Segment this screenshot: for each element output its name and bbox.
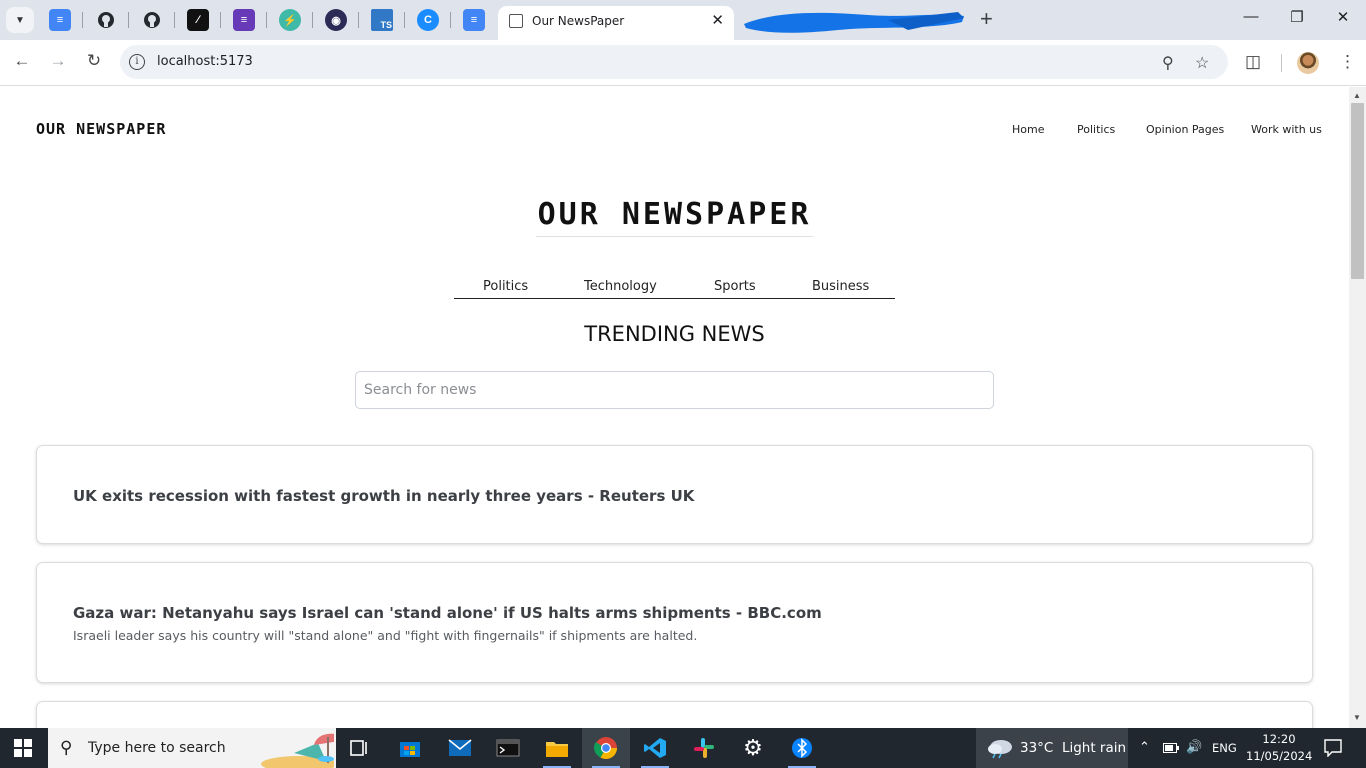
copilot-icon[interactable]: C	[417, 9, 439, 31]
browser-tabstrip: ▼ ≡ ∕ ≡ ⚡ ◉ TS C ≡ Our NewsPaper ✕ + — ❐…	[0, 0, 1366, 40]
category-business[interactable]: Business	[812, 279, 869, 294]
active-tab[interactable]: Our NewsPaper ✕	[498, 6, 734, 40]
google-docs-icon[interactable]: ≡	[463, 9, 485, 31]
news-headline[interactable]: UK exits recession with fastest growth i…	[73, 487, 694, 505]
site-info-icon[interactable]: i	[129, 54, 145, 70]
chevron-up-icon[interactable]: ⌃	[1139, 740, 1150, 755]
category-politics[interactable]: Politics	[483, 279, 528, 294]
forms-icon[interactable]: ≡	[233, 9, 255, 31]
windows-start-icon[interactable]	[14, 739, 32, 757]
redacted-tab-scribble	[744, 12, 964, 33]
forward-arrow-icon[interactable]: →	[46, 51, 70, 71]
masthead-title: OUR NEWSPAPER	[535, 197, 814, 237]
newspaper-favicon-icon	[509, 14, 523, 28]
notification-icon[interactable]	[1324, 739, 1342, 757]
taskbar-search-box[interactable]: ⚲ Type here to search	[48, 728, 336, 768]
address-bar[interactable]: i localhost:5173 ⚲ ☆	[120, 45, 1228, 79]
tab-search-button[interactable]: ▼	[6, 7, 34, 33]
close-window-icon[interactable]: ✕	[1320, 8, 1366, 26]
vscode-icon[interactable]	[631, 728, 679, 768]
profile-avatar[interactable]	[1297, 52, 1319, 74]
new-tab-button[interactable]: +	[980, 6, 993, 32]
kebab-menu-icon[interactable]: ⋮	[1339, 52, 1356, 72]
file-explorer-icon[interactable]	[533, 728, 581, 768]
category-technology[interactable]: Technology	[584, 279, 657, 294]
tab-separator	[82, 12, 83, 28]
language-indicator[interactable]: ENG	[1212, 741, 1237, 755]
slack-icon[interactable]	[680, 728, 728, 768]
back-arrow-icon[interactable]: ←	[10, 51, 34, 71]
microsoft-store-icon[interactable]	[386, 728, 434, 768]
nav-work-with-us[interactable]: Work with us	[1251, 123, 1322, 136]
category-bar: Politics Technology Sports Business	[454, 278, 895, 299]
site-logo[interactable]: OUR NEWSPAPER	[36, 120, 166, 138]
system-clock[interactable]: 12:20 11/05/2024	[1246, 731, 1312, 765]
clock-date: 11/05/2024	[1246, 749, 1313, 763]
nav-politics[interactable]: Politics	[1077, 123, 1115, 136]
volume-icon[interactable]: 🔊	[1186, 740, 1202, 755]
github-icon[interactable]	[95, 9, 117, 31]
scrollbar-thumb[interactable]	[1351, 103, 1364, 279]
close-tab-icon[interactable]: ✕	[711, 11, 724, 29]
task-view-icon[interactable]	[336, 728, 384, 768]
bolt-icon[interactable]: ⚡	[279, 9, 301, 31]
mail-icon[interactable]	[436, 728, 484, 768]
tab-separator	[404, 12, 405, 28]
search-icon: ⚲	[60, 738, 73, 757]
battery-icon[interactable]	[1163, 743, 1179, 753]
settings-gear-icon[interactable]: ⚙	[729, 728, 777, 768]
cloud-rain-icon	[988, 740, 1012, 759]
masthead: OUR NEWSPAPER	[0, 197, 1349, 237]
tab-separator	[358, 12, 359, 28]
github-icon[interactable]	[141, 9, 163, 31]
weather-text: 33°C Light rain	[1020, 740, 1126, 756]
news-card[interactable]: UK exits recession with fastest growth i…	[36, 445, 1313, 544]
obs-icon[interactable]: ◉	[325, 9, 347, 31]
extensions-puzzle-icon[interactable]: ◫	[1245, 52, 1261, 72]
tab-separator	[174, 12, 175, 28]
weather-temp: 33°C	[1020, 740, 1054, 756]
chevron-down-icon: ▼	[15, 14, 25, 26]
toolbar-divider	[1281, 54, 1282, 72]
news-search-input[interactable]	[355, 371, 994, 409]
news-headline[interactable]: Gaza war: Netanyahu says Israel can 'sta…	[73, 604, 822, 622]
bluetooth-icon[interactable]	[778, 728, 826, 768]
category-sports[interactable]: Sports	[714, 279, 756, 294]
zoom-icon[interactable]: ⚲	[1162, 53, 1174, 73]
typescript-icon[interactable]: TS	[371, 9, 393, 31]
news-card[interactable]	[36, 701, 1313, 728]
minimize-icon[interactable]: —	[1228, 8, 1274, 25]
terminal-icon[interactable]	[484, 728, 532, 768]
page-scrollbar[interactable]: ▲ ▼	[1349, 87, 1366, 728]
bookmark-star-icon[interactable]: ☆	[1195, 53, 1209, 73]
restore-icon[interactable]: ❐	[1274, 8, 1320, 26]
weather-condition: Light rain	[1061, 740, 1127, 756]
nav-opinion-pages[interactable]: Opinion Pages	[1146, 123, 1224, 136]
tab-separator	[312, 12, 313, 28]
weather-widget[interactable]: 33°C Light rain	[976, 728, 1128, 768]
notion-icon[interactable]: ∕	[187, 9, 209, 31]
search-highlight-illustration	[261, 733, 334, 768]
tab-separator	[128, 12, 129, 28]
google-docs-icon[interactable]: ≡	[49, 9, 71, 31]
section-title: TRENDING NEWS	[584, 322, 765, 346]
taskbar-search-placeholder: Type here to search	[88, 740, 226, 756]
scroll-up-icon[interactable]: ▲	[1353, 91, 1361, 100]
tab-title: Our NewsPaper	[532, 14, 625, 28]
reload-icon[interactable]: ↻	[82, 51, 106, 71]
news-card[interactable]: Gaza war: Netanyahu says Israel can 'sta…	[36, 562, 1313, 683]
tab-separator	[266, 12, 267, 28]
chrome-icon[interactable]	[582, 728, 630, 768]
news-description: Israeli leader says his country will "st…	[73, 628, 698, 643]
tab-separator	[220, 12, 221, 28]
scroll-down-icon[interactable]: ▼	[1353, 713, 1361, 722]
windows-taskbar: ⚲ Type here to search ⚙ 33°C Light rain …	[0, 728, 1366, 768]
page-viewport: OUR NEWSPAPER Home Politics Opinion Page…	[0, 87, 1349, 728]
browser-toolbar: ← → ↻ i localhost:5173 ⚲ ☆ ◫ ⋮	[0, 40, 1366, 86]
clock-time: 12:20	[1262, 732, 1296, 746]
nav-home[interactable]: Home	[1012, 123, 1044, 136]
tab-separator	[450, 12, 451, 28]
url-text[interactable]: localhost:5173	[157, 54, 253, 69]
